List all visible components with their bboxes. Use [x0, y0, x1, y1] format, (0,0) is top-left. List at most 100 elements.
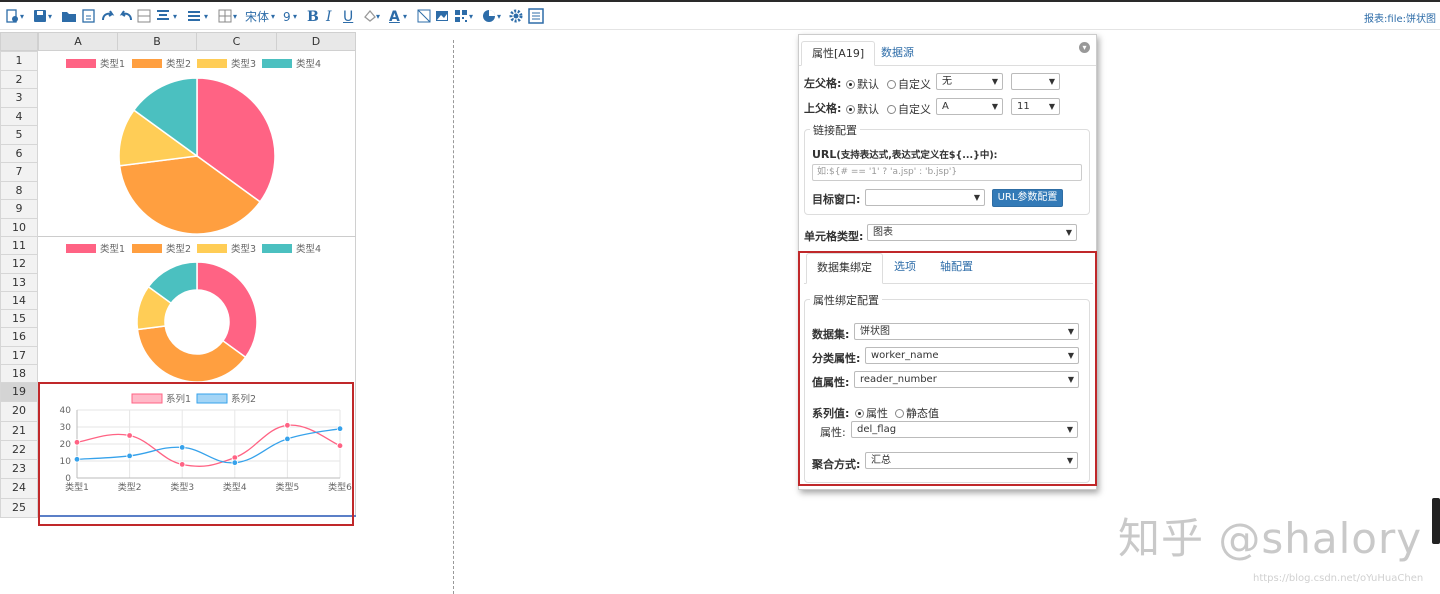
qrcode-icon[interactable]	[453, 8, 469, 26]
chevron-down-icon[interactable]: ▾	[497, 8, 501, 26]
italic-icon[interactable]: I	[326, 8, 332, 26]
border-icon[interactable]	[217, 8, 233, 26]
chevron-down-icon[interactable]: ▾	[376, 8, 380, 26]
target-window-label: 目标窗口:	[812, 193, 861, 206]
panel-tabs: 属性[A19] 数据源 ▾	[799, 35, 1096, 66]
clear-format-icon[interactable]	[416, 8, 432, 26]
row-header[interactable]: 14	[0, 290, 38, 310]
legend-label: 类型4	[296, 243, 321, 255]
tab-properties[interactable]: 属性[A19]	[801, 41, 876, 66]
cell-type-select[interactable]: 图表 ▼	[867, 224, 1077, 241]
select-value: A	[942, 101, 949, 112]
font-size-select[interactable]: 9	[283, 8, 291, 26]
chevron-down-icon[interactable]: ▾	[403, 8, 407, 26]
left-parent-default-radio[interactable]: 默认	[846, 76, 879, 92]
new-report-icon[interactable]	[4, 8, 20, 26]
font-family-select[interactable]: 宋体	[245, 8, 269, 26]
undo-icon[interactable]	[118, 8, 134, 26]
row-header[interactable]: 19	[0, 382, 38, 403]
left-parent-custom-radio[interactable]: 自定义	[887, 76, 931, 92]
report-file-label: 报表:file:饼状图	[1364, 14, 1436, 25]
row-header[interactable]: 12	[0, 254, 38, 274]
merge-cells-icon[interactable]	[136, 8, 152, 26]
redo-icon[interactable]	[100, 8, 116, 26]
top-parent-default-radio[interactable]: 默认	[846, 101, 879, 117]
row-header[interactable]: 1	[0, 51, 38, 71]
download-icon[interactable]: ▾	[1079, 42, 1090, 53]
legend-swatch	[132, 244, 162, 253]
radio-on-icon	[846, 105, 855, 114]
row-header[interactable]: 7	[0, 162, 38, 182]
chevron-down-icon[interactable]: ▾	[204, 8, 208, 26]
chevron-down-icon[interactable]: ▾	[271, 8, 275, 26]
url-input[interactable]: 如:${# == '1' ? 'a.jsp' : 'b.jsp'}	[812, 164, 1082, 181]
row-header[interactable]: 20	[0, 401, 38, 422]
row-header[interactable]: 21	[0, 420, 38, 441]
row-header[interactable]: 9	[0, 199, 38, 219]
row-header[interactable]: 11	[0, 236, 38, 256]
left-parent-select[interactable]: 无 ▼	[936, 73, 1003, 90]
legend-swatch	[197, 59, 227, 68]
legend-swatch	[262, 244, 292, 253]
row-header[interactable]: 18	[0, 363, 38, 383]
top-parent-custom-radio[interactable]: 自定义	[887, 101, 931, 117]
underline-icon[interactable]: U	[343, 8, 353, 26]
row-header[interactable]: 8	[0, 180, 38, 200]
top-parent-select[interactable]: A ▼	[936, 98, 1003, 115]
column-header[interactable]: C	[196, 32, 277, 51]
legend-swatch	[132, 59, 162, 68]
chevron-down-icon: ▼	[973, 193, 980, 202]
chevron-down-icon[interactable]: ▾	[173, 8, 177, 26]
gear-icon[interactable]	[508, 8, 524, 26]
column-header[interactable]: B	[117, 32, 197, 51]
url-param-config-button[interactable]: URL参数配置	[992, 189, 1063, 207]
font-color-icon[interactable]: A	[389, 8, 400, 26]
chevron-down-icon: ▼	[1048, 77, 1055, 86]
row-header[interactable]: 25	[0, 497, 38, 518]
row-header[interactable]: 5	[0, 125, 38, 145]
row-header[interactable]: 6	[0, 143, 38, 163]
align-justify-icon[interactable]	[186, 8, 202, 26]
tab-datasource[interactable]: 数据源	[871, 41, 924, 66]
doughnut-chart[interactable]: 类型1 类型2 类型3 类型4	[40, 237, 354, 385]
radio-label: 默认	[857, 78, 879, 91]
row-header[interactable]: 4	[0, 106, 38, 126]
chevron-down-icon[interactable]: ▾	[469, 8, 473, 26]
side-drawer-handle[interactable]	[1432, 498, 1440, 544]
row-header[interactable]: 22	[0, 439, 38, 461]
chevron-down-icon[interactable]: ▾	[233, 8, 237, 26]
left-parent-extra-select[interactable]: ▼	[1011, 73, 1060, 90]
properties-panel-icon[interactable]	[528, 8, 544, 26]
row-header[interactable]: 2	[0, 69, 38, 89]
save-icon[interactable]	[32, 8, 48, 26]
chevron-down-icon[interactable]: ▾	[48, 8, 52, 26]
top-parent-row-select[interactable]: 11 ▼	[1011, 98, 1060, 115]
row-header[interactable]: 23	[0, 459, 38, 480]
row-header[interactable]: 16	[0, 327, 38, 347]
preview-icon[interactable]	[81, 8, 97, 26]
bold-icon[interactable]: B	[307, 8, 319, 26]
column-header[interactable]: D	[276, 32, 356, 51]
image-icon[interactable]	[434, 8, 450, 26]
target-window-select[interactable]: ▼	[865, 189, 985, 206]
legend-label: 类型1	[100, 243, 125, 255]
chevron-down-icon: ▼	[991, 102, 998, 111]
radio-off-icon	[887, 80, 896, 89]
align-center-icon[interactable]	[155, 8, 171, 26]
row-header[interactable]: 24	[0, 478, 38, 499]
toolbar: ▾ ▾ ▾ ▾ ▾ 宋体 ▾ 9 ▾ B I U ▾ A ▾ ▾ ▾ 报表:fi…	[0, 0, 1440, 30]
legend-swatch	[197, 244, 227, 253]
chevron-down-icon[interactable]: ▾	[20, 8, 24, 26]
row-header[interactable]: 13	[0, 272, 38, 292]
corner-cell[interactable]	[0, 32, 38, 51]
row-header[interactable]: 3	[0, 88, 38, 108]
row-header[interactable]: 15	[0, 309, 38, 329]
column-header[interactable]: A	[38, 32, 118, 51]
row-header[interactable]: 10	[0, 217, 38, 237]
radio-label: 自定义	[898, 103, 931, 116]
row-header[interactable]: 17	[0, 345, 38, 365]
pie-chart[interactable]: 类型1 类型2 类型3 类型4	[40, 52, 354, 236]
folder-open-icon[interactable]	[61, 8, 77, 26]
chevron-down-icon[interactable]: ▾	[293, 8, 297, 26]
chart-icon[interactable]	[481, 8, 497, 26]
